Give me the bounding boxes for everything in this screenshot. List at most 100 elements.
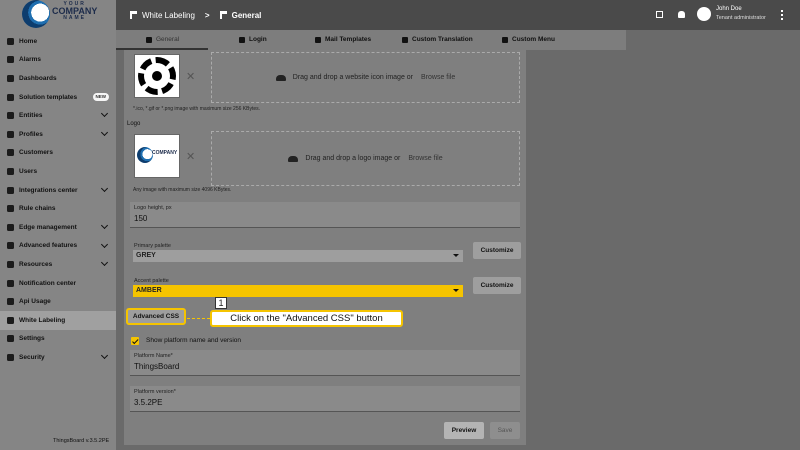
sidebar-item-label: Settings <box>19 335 45 343</box>
close-icon[interactable]: ✕ <box>186 70 195 83</box>
logo-height-field[interactable]: Logo height, px 150 <box>130 202 520 228</box>
logo-hint: Any image with maximum size 4096 KBytes. <box>133 187 232 193</box>
dashboard-icon <box>7 74 14 82</box>
sidebar-nav: Home Alarms Dashboards Solution template… <box>0 32 116 367</box>
sidebar-item-label: Users <box>19 167 38 175</box>
gear-icon <box>138 57 176 95</box>
edge-icon <box>7 223 14 231</box>
sidebar-item-label: Integrations center <box>19 186 78 194</box>
sidebar-item-advanced-features[interactable]: Advanced features <box>0 237 116 256</box>
customize-accent-button[interactable]: Customize <box>473 277 521 294</box>
advanced-css-button[interactable]: Advanced CSS <box>126 308 186 325</box>
entities-icon <box>7 112 14 120</box>
tab-custom-menu[interactable]: Custom Menu <box>502 36 555 43</box>
preview-button[interactable]: Preview <box>444 422 484 439</box>
sidebar-item-profiles[interactable]: Profiles <box>0 125 116 144</box>
sidebar-item-white-labeling[interactable]: White Labeling <box>0 310 116 330</box>
chevron-down-icon <box>100 352 109 360</box>
chevron-down-icon <box>100 128 109 137</box>
cloud-upload-icon <box>275 74 286 81</box>
version-label: ThingsBoard v.3.5.2PE <box>53 438 110 444</box>
resources-icon <box>7 260 14 268</box>
sidebar-item-solution-templates[interactable]: Solution templates NEW <box>0 88 116 107</box>
sidebar-item-label: Solution templates <box>19 93 78 101</box>
mail-icon <box>315 36 321 43</box>
logo-label: Logo <box>127 121 141 127</box>
sidebar-item-edge-management[interactable]: Edge management <box>0 218 116 237</box>
tab-custom-translation[interactable]: Custom Translation <box>402 36 473 43</box>
favicon-preview <box>134 54 180 98</box>
favicon-hint: *.ico, *.gif or *.png image with maximum… <box>133 106 260 112</box>
company-logo[interactable]: YOUR COMPANY NAME <box>20 0 110 30</box>
dropzone-text: Drag and drop a logo image or <box>305 155 401 162</box>
new-badge: NEW <box>92 92 109 101</box>
sidebar-item-rule-chains[interactable]: Rule chains <box>0 199 116 218</box>
alarm-icon <box>7 56 14 64</box>
sidebar-item-label: Notification center <box>19 279 77 287</box>
callout-instruction: Click on the "Advanced CSS" button <box>210 310 403 327</box>
logo-line-3: NAME <box>63 15 87 21</box>
integrations-icon <box>7 186 14 194</box>
sidebar-item-label: White Labeling <box>19 316 66 324</box>
chevron-down-icon <box>100 110 109 118</box>
sidebar-item-dashboards[interactable]: Dashboards <box>0 69 116 88</box>
callout-connector <box>187 318 210 319</box>
menu-icon <box>502 36 508 43</box>
general-icon <box>146 36 152 43</box>
sidebar-item-customers[interactable]: Customers <box>0 144 116 163</box>
show-platform-label: Show platform name and version <box>146 337 242 344</box>
sidebar-item-users[interactable]: Users <box>0 162 116 181</box>
sidebar-item-entities[interactable]: Entities <box>0 106 116 125</box>
user-name: John Doe <box>716 6 742 12</box>
sidebar-item-label: Security <box>19 353 45 361</box>
platform-version-field[interactable]: Platform version* 3.5.2PE <box>130 386 520 412</box>
sidebar-item-label: Customers <box>19 149 53 157</box>
chevron-down-icon <box>100 240 109 248</box>
login-icon <box>239 36 245 43</box>
sidebar-item-notification-center[interactable]: Notification center <box>0 274 116 293</box>
avatar[interactable] <box>697 7 711 21</box>
sidebar-item-resources[interactable]: Resources <box>0 255 116 274</box>
tab-mail-templates[interactable]: Mail Templates <box>315 36 371 43</box>
dropdown-arrow-icon <box>453 254 459 257</box>
sidebar: YOUR COMPANY NAME Home Alarms Dashboards… <box>0 0 116 450</box>
accent-palette-select[interactable]: Accent palette AMBER <box>130 276 465 299</box>
tab-bar: General Login Mail Templates Custom Tran… <box>116 30 626 50</box>
profiles-icon <box>7 130 14 138</box>
sidebar-item-label: Alarms <box>19 56 42 64</box>
chevron-down-icon <box>100 259 109 267</box>
sidebar-item-settings[interactable]: Settings <box>0 330 116 349</box>
cloud-upload-icon <box>288 155 299 162</box>
show-platform-checkbox[interactable] <box>131 337 139 345</box>
breadcrumb-separator: > <box>204 10 210 20</box>
breadcrumb-general: General <box>219 11 261 20</box>
browse-file-link[interactable]: Browse file <box>421 74 455 81</box>
sidebar-item-integrations-center[interactable]: Integrations center <box>0 181 116 200</box>
tab-login[interactable]: Login <box>239 36 267 43</box>
bell-icon[interactable] <box>678 11 685 18</box>
browse-file-link[interactable]: Browse file <box>408 155 442 162</box>
customize-primary-button[interactable]: Customize <box>473 242 521 259</box>
sidebar-item-api-usage[interactable]: Api Usage <box>0 292 116 311</box>
users-icon <box>7 167 14 175</box>
favicon-dropzone[interactable]: Drag and drop a website icon image or Br… <box>211 52 520 103</box>
dropzone-text: Drag and drop a website icon image or <box>292 74 413 81</box>
user-role: Tenant administrator <box>716 15 766 21</box>
chevron-down-icon <box>100 221 109 229</box>
tab-general[interactable]: General <box>146 36 179 43</box>
api-usage-icon <box>7 298 14 306</box>
dropdown-arrow-icon <box>453 289 459 292</box>
save-button[interactable]: Save <box>490 422 520 439</box>
sidebar-item-home[interactable]: Home <box>0 32 116 51</box>
close-icon[interactable]: ✕ <box>186 150 195 163</box>
sidebar-item-security[interactable]: Security <box>0 348 116 367</box>
primary-palette-select[interactable]: Primary palette GREY <box>130 241 465 264</box>
sidebar-item-alarms[interactable]: Alarms <box>0 51 116 70</box>
fullscreen-icon[interactable] <box>656 11 663 18</box>
more-vert-icon[interactable] <box>781 10 783 20</box>
company-logo-preview: COMPANY <box>137 146 177 164</box>
breadcrumb-white-labeling[interactable]: White Labeling <box>130 11 195 20</box>
logo-dropzone[interactable]: Drag and drop a logo image or Browse fil… <box>211 131 520 186</box>
platform-name-field[interactable]: Platform Name* ThingsBoard <box>130 350 520 376</box>
security-icon <box>7 353 14 361</box>
